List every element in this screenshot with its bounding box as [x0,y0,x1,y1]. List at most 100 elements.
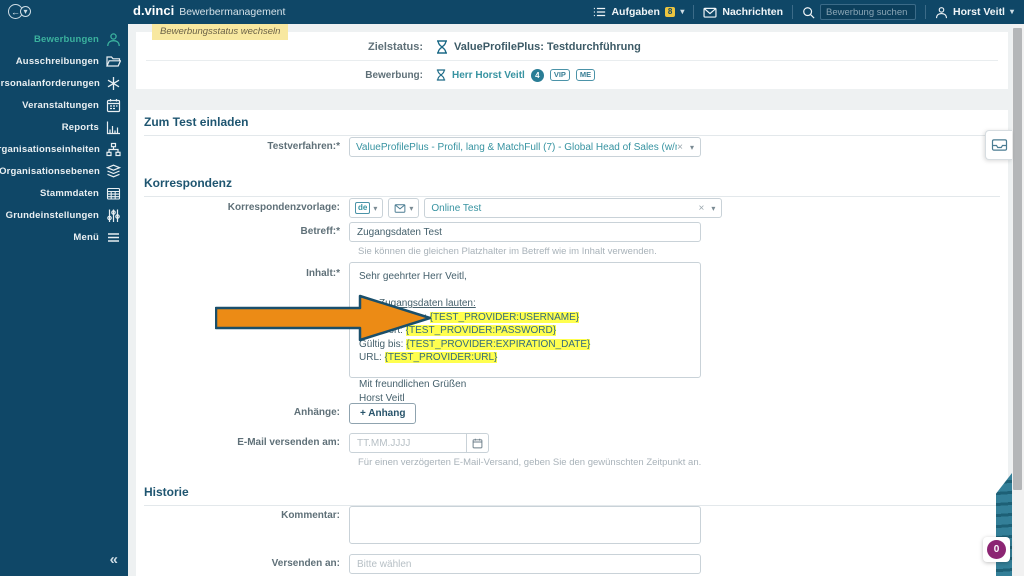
layers-icon [106,163,121,179]
editor-line-url: URL: {TEST_PROVIDER:URL} [359,351,691,365]
sidebar-item-organisationseinheiten[interactable]: Organisationseinheiten [0,138,128,160]
zielstatus-label: Zielstatus: [136,41,436,53]
versenden-an-select[interactable] [349,554,701,574]
sidebar-item-stammdaten[interactable]: Stammdaten [0,182,128,204]
chevron-down-icon: ▾ [23,8,27,16]
folder-icon [105,53,121,69]
sidebar-item-label: Organisationsebenen [0,166,100,177]
calendar-icon [472,438,483,449]
applicant-link[interactable]: Herr Horst Veitl [452,70,525,81]
sidebar-item-ausschreibungen[interactable]: Ausschreibungen [0,50,128,72]
scrollbar-thumb[interactable] [1013,28,1022,490]
vip-badge: VIP [550,69,570,81]
status-change-tooltip: Bewerbungsstatus wechseln [152,24,288,40]
inhalt-row: Inhalt:* Sehr geehrter Herr Veitl, Ihre … [136,262,1008,378]
zielstatus-value: ValueProfilePlus: Testdurchführung [454,41,641,53]
betreff-helper-text: Sie können die gleichen Platzhalter im B… [358,246,657,257]
me-badge: ME [576,69,595,81]
editor-line-username: Benutzername: {TEST_PROVIDER:USERNAME} [359,311,691,325]
sidebar-item-label: Veranstaltungen [22,100,99,111]
chevron-down-icon[interactable]: ▾ [690,143,694,152]
inhalt-editor[interactable]: Sehr geehrter Herr Veitl, Ihre Zugangsda… [349,262,701,378]
anhaenge-row: Anhänge: + Anhang [136,403,1008,424]
sidebar-item-menue[interactable]: Menü [0,226,128,248]
back-navigation[interactable]: ← ▾ [8,4,31,19]
task-list-icon [593,6,606,18]
kommentar-textarea[interactable] [349,506,701,544]
section-title-zum-test-einladen: Zum Test einladen [144,115,1000,136]
editor-greeting: Sehr geehrter Herr Veitl, [359,270,691,284]
hourglass-icon [436,69,446,81]
bewerbung-row: Bewerbung: Herr Horst Veitl 4 VIP ME [136,66,1008,84]
sidebar-item-label: Stammdaten [40,188,99,199]
placeholder-username: {TEST_PROVIDER:USERNAME} [430,312,579,323]
versenden-an-row: Versenden an: [136,554,1008,574]
logo-primary: d.vinci [133,3,174,18]
logo-secondary: Bewerbermanagement [179,6,285,18]
top-bar-actions: Aufgaben 8 ▾ Nachrichten Horst Veitl ▾ [593,0,1014,24]
sidebar-item-label: Ausschreibungen [16,56,99,67]
send-date-input[interactable] [349,433,467,453]
chevron-down-icon: ▾ [373,204,377,213]
sidebar-item-label: Organisationseinheiten [0,144,100,155]
org-tree-icon [106,141,121,157]
testverfahren-select[interactable]: ValueProfilePlus - Profil, lang & MatchF… [349,137,701,157]
bewerbung-label: Bewerbung: [136,70,436,81]
betreff-input[interactable] [349,222,701,242]
messages-menu[interactable]: Nachrichten [703,6,783,18]
tasks-menu[interactable]: Aufgaben 8 ▾ [593,6,684,18]
user-menu[interactable]: Horst Veitl ▾ [935,6,1014,19]
language-select[interactable]: de ▾ [349,198,383,218]
add-attachment-button[interactable]: + Anhang [349,403,416,424]
sidebar-item-organisationsebenen[interactable]: Organisationsebenen [0,160,128,182]
calendar-picker-button[interactable] [467,433,489,453]
sidebar-item-personalanforderungen[interactable]: Personalanforderungen [0,72,128,94]
application-count-badge[interactable]: 4 [531,69,544,82]
top-bar: ← ▾ d.vinci Bewerbermanagement Aufgaben … [0,0,1024,24]
sidebar-item-label: Grundeinstellungen [6,210,99,221]
status-card: Zielstatus: ValueProfilePlus: Testdurchf… [136,32,1008,89]
table-icon [105,185,121,201]
inbox-flyout-tab[interactable] [985,130,1012,160]
search-group [802,4,916,20]
korrespondenzvorlage-row: Korrespondenzvorlage: de ▾ ▾ Online Test… [136,198,1008,218]
chevron-down-icon: ▾ [409,204,413,213]
user-icon [935,6,948,19]
sidebar-navigation: Bewerbungen Ausschreibungen Personalanfo… [0,24,128,576]
back-dropdown-icon[interactable]: ▾ [20,6,31,17]
search-input[interactable] [820,4,916,20]
clear-icon[interactable]: × [677,142,683,153]
chevron-down-icon[interactable]: ▾ [711,204,715,213]
clear-icon[interactable]: × [699,203,705,214]
top-bar-divider [925,5,926,19]
hourglass-icon [436,40,448,54]
notification-count-badge: 0 [987,540,1006,559]
placeholder-password: {TEST_PROVIDER:PASSWORD} [406,325,556,336]
vertical-scrollbar[interactable] [1012,24,1024,576]
user-name: Horst Veitl [953,6,1005,18]
testverfahren-value: ValueProfilePlus - Profil, lang & MatchF… [356,142,677,153]
sidebar-item-veranstaltungen[interactable]: Veranstaltungen [0,94,128,116]
notification-widget[interactable]: 0 [983,537,1010,562]
sidebar-item-reports[interactable]: Reports [0,116,128,138]
template-type-select[interactable]: ▾ [388,198,419,218]
testverfahren-row: Testverfahren:* ValueProfilePlus - Profi… [136,137,1008,157]
app-logo: d.vinci Bewerbermanagement [133,3,285,18]
messages-label: Nachrichten [722,6,783,18]
testverfahren-label: Testverfahren:* [136,137,349,152]
chevron-down-icon: ▾ [1010,8,1014,16]
vorlage-select[interactable]: Online Test × ▾ [424,198,722,218]
inbox-tray-icon [991,138,1008,152]
sidebar-item-label: Bewerbungen [34,34,99,45]
tasks-label: Aufgaben [611,6,659,18]
sidebar-item-grundeinstellungen[interactable]: Grundeinstellungen [0,204,128,226]
sidebar-item-bewerbungen[interactable]: Bewerbungen [0,28,128,50]
calendar-icon [105,97,121,113]
anhaenge-label: Anhänge: [136,403,349,418]
versand-helper-text: Für einen verzögerten E-Mail-Versand, ge… [358,457,701,468]
language-value: de [355,202,370,214]
line-prefix: Benutzername: [359,312,430,323]
placeholder-url: {TEST_PROVIDER:URL} [385,352,498,363]
section-title-korrespondenz: Korrespondenz [144,176,1000,197]
sidebar-collapse-button[interactable]: « [110,551,118,568]
